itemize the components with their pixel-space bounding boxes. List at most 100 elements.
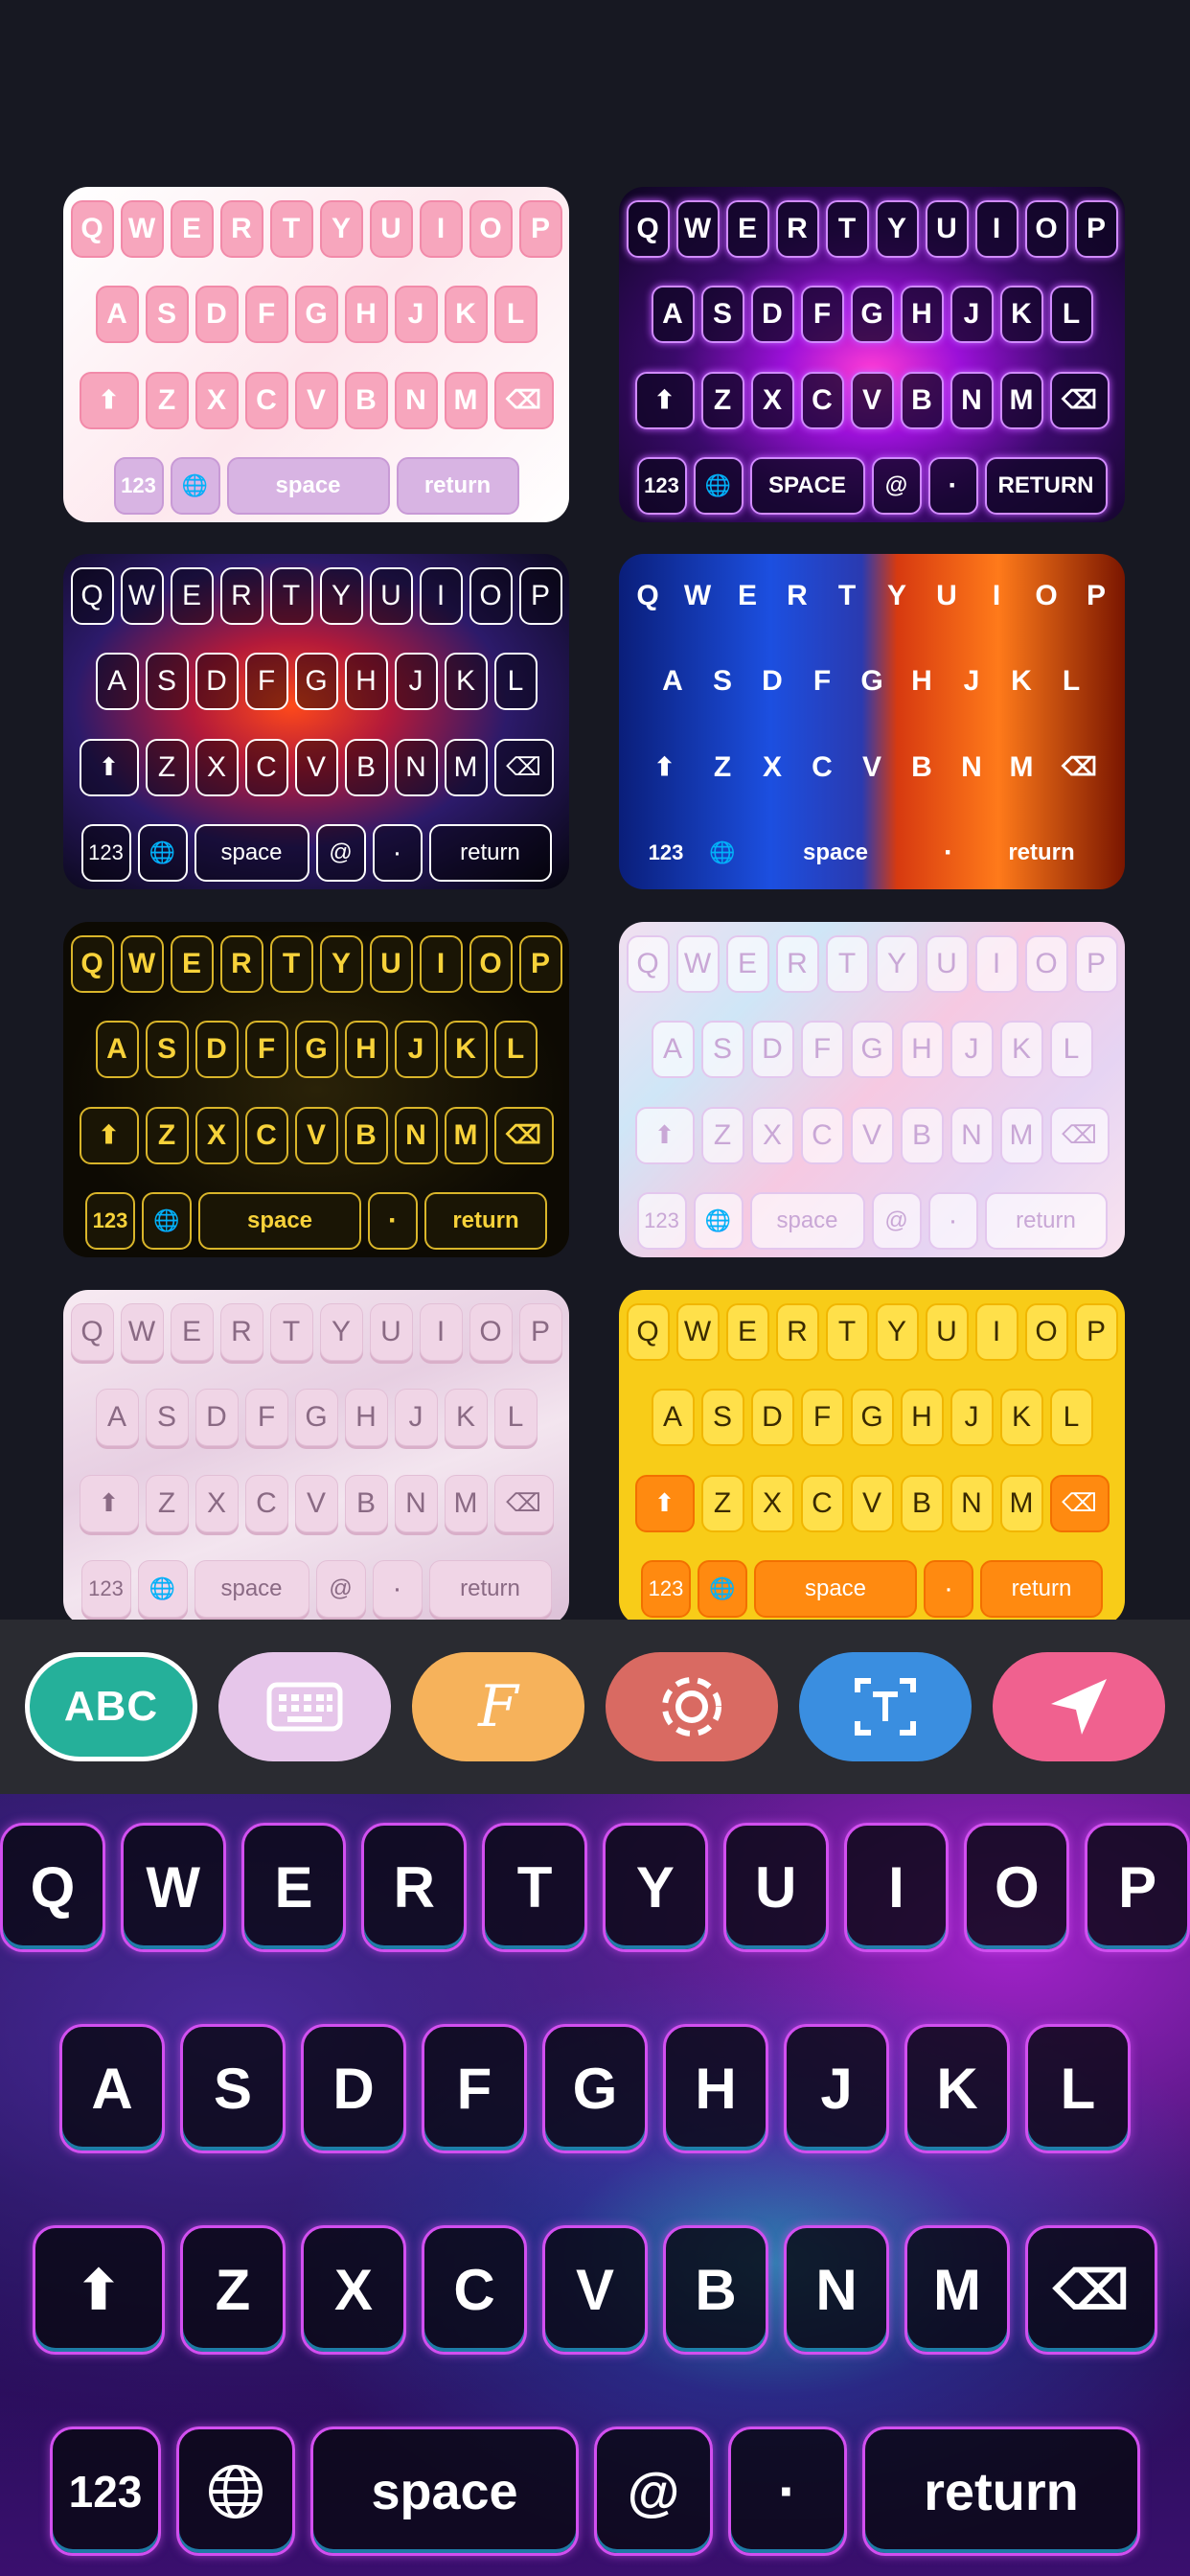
globe-key[interactable] bbox=[176, 2426, 295, 2556]
preview-key: L bbox=[1049, 1389, 1093, 1447]
key[interactable]: T bbox=[482, 1823, 587, 1952]
theme-card-4[interactable]: QWERTYU I OP ASDFGHJKL ZXCVBNM 123 space · retur… bbox=[619, 554, 1125, 889]
globe-icon bbox=[698, 824, 747, 882]
key[interactable]: C bbox=[422, 2225, 527, 2355]
preview-key: I bbox=[419, 1303, 463, 1361]
preview-row-2: ASDFGHJKL bbox=[71, 1021, 561, 1079]
key[interactable]: I bbox=[843, 1823, 950, 1952]
theme-card-3[interactable]: QWERTYUIOP ASDFGHJKL ZXCVBNM 123 space@·retu… bbox=[63, 554, 569, 889]
key[interactable]: G bbox=[542, 2024, 648, 2153]
dot-key[interactable]: · bbox=[728, 2426, 847, 2556]
preview-key: W bbox=[120, 200, 164, 258]
theme-card-7[interactable]: QWERTYUIOP ASDFGHJKL ZXCVBNM 123 space@·retu… bbox=[63, 1290, 569, 1620]
preview-key: T bbox=[825, 1303, 869, 1361]
delete-icon bbox=[1049, 1474, 1110, 1532]
preview-row-3: ZXCVBNM bbox=[71, 1474, 561, 1532]
preview-key: Q bbox=[626, 935, 670, 993]
key[interactable]: Q bbox=[0, 1823, 105, 1952]
effect-icon bbox=[662, 1677, 721, 1736]
theme-card-8[interactable]: QWERTYUIOP ASDFGHJKL ZXCVBNM 123 space·retur… bbox=[619, 1290, 1125, 1620]
key[interactable]: H bbox=[663, 2024, 768, 2153]
preview-row-1: QWERTYUIOP bbox=[626, 935, 1118, 993]
key[interactable]: O bbox=[964, 1823, 1070, 1952]
font-button[interactable]: F bbox=[412, 1652, 584, 1761]
preview-key: H bbox=[344, 1021, 388, 1079]
preview-key: J bbox=[394, 1021, 438, 1079]
key[interactable]: V bbox=[542, 2225, 648, 2355]
text-button[interactable] bbox=[799, 1652, 972, 1761]
preview-key: I bbox=[992, 580, 1001, 611]
effect-button[interactable] bbox=[606, 1652, 778, 1761]
numbers-key[interactable]: 123 bbox=[50, 2426, 161, 2556]
preview-key: Y bbox=[875, 200, 919, 258]
key[interactable]: S bbox=[180, 2024, 286, 2153]
key[interactable]: Z bbox=[180, 2225, 286, 2355]
preview-key: R bbox=[219, 200, 263, 258]
key[interactable]: U bbox=[722, 1823, 829, 1952]
key[interactable]: J bbox=[784, 2024, 889, 2153]
theme-card-5[interactable]: QWERTYUIOP ASDFGHJKL ZXCVBNM 123 space·retur… bbox=[63, 922, 569, 1257]
preview-space-key: space bbox=[194, 1559, 309, 1618]
theme-card-1[interactable]: QWERTYUIOP ASDFGHJKL ZXCVBNM 123 spacereturn bbox=[63, 187, 569, 522]
shift-key[interactable]: ⬆ bbox=[33, 2225, 165, 2355]
space-key[interactable]: space bbox=[310, 2426, 579, 2556]
preview-dot-key: · bbox=[372, 1559, 423, 1618]
preview-key: S bbox=[145, 1389, 189, 1447]
preview-key: G bbox=[294, 653, 338, 711]
theme-card-2[interactable]: QWERTYUIOPASDFGHJKLZXCVBNM123SPACE@·RETU… bbox=[619, 187, 1125, 522]
return-key[interactable]: return bbox=[862, 2426, 1140, 2556]
preview-key: X bbox=[195, 1106, 239, 1164]
preview-key: V bbox=[850, 1106, 894, 1164]
key[interactable]: N bbox=[784, 2225, 889, 2355]
at-key[interactable]: @ bbox=[594, 2426, 713, 2556]
preview-row-1: QWERTYUIOP bbox=[626, 200, 1118, 258]
preview-key: P bbox=[1074, 1303, 1118, 1361]
keyboard-icon bbox=[266, 1682, 343, 1732]
preview-key: B bbox=[344, 371, 388, 429]
abc-button[interactable]: ABC bbox=[25, 1652, 197, 1761]
preview-key: X bbox=[762, 750, 782, 783]
preview-key: T bbox=[269, 1303, 313, 1361]
key[interactable]: W bbox=[120, 1823, 226, 1952]
preview-key: P bbox=[1086, 580, 1106, 611]
preview-space-key: space bbox=[749, 1191, 865, 1250]
preview-key: A bbox=[651, 286, 695, 344]
send-button[interactable] bbox=[993, 1652, 1165, 1761]
key[interactable]: R bbox=[361, 1823, 468, 1952]
key[interactable]: Y bbox=[603, 1823, 708, 1952]
theme-card-6[interactable]: QWERTYUIOP ASDFGHJKL ZXCVBNM 123 space@·retu… bbox=[619, 922, 1125, 1257]
key[interactable]: E bbox=[240, 1823, 347, 1952]
key[interactable]: X bbox=[301, 2225, 406, 2355]
preview-row-4: 123space·return bbox=[627, 1559, 1117, 1618]
delete-key[interactable]: ⌫ bbox=[1025, 2225, 1157, 2355]
preview-key: X bbox=[195, 371, 239, 429]
preview-key: E bbox=[725, 1303, 769, 1361]
preview-key: U bbox=[369, 1303, 413, 1361]
preview-at-key: @ bbox=[871, 1191, 922, 1250]
key[interactable]: B bbox=[663, 2225, 768, 2355]
preview-key: I bbox=[974, 200, 1018, 258]
key[interactable]: P bbox=[1085, 1823, 1190, 1952]
preview-numbers-key: 123 bbox=[636, 1191, 687, 1250]
key[interactable]: L bbox=[1025, 2024, 1131, 2153]
preview-key: C bbox=[800, 1474, 844, 1532]
preview-key: P bbox=[518, 935, 562, 993]
key[interactable]: A bbox=[59, 2024, 165, 2153]
preview-key: D bbox=[195, 286, 239, 344]
preview-row-1: QWERTYUIOP bbox=[627, 567, 1117, 625]
preview-row-3: ZXCVBNM bbox=[627, 1474, 1117, 1532]
preview-row-4: 123space·return bbox=[627, 824, 1117, 882]
preview-space-key: space bbox=[226, 456, 390, 515]
preview-key: P bbox=[1074, 200, 1118, 258]
globe-icon bbox=[170, 456, 220, 515]
keyboard-theme-button[interactable] bbox=[218, 1652, 391, 1761]
preview-key: A bbox=[95, 1389, 139, 1447]
key[interactable]: M bbox=[904, 2225, 1010, 2355]
key[interactable]: F bbox=[422, 2024, 527, 2153]
preview-key: Q bbox=[626, 200, 670, 258]
preview-key: V bbox=[294, 1106, 338, 1164]
key[interactable]: D bbox=[301, 2024, 406, 2153]
preview-key: I bbox=[974, 1303, 1018, 1361]
key[interactable]: K bbox=[904, 2024, 1010, 2153]
preview-key: N bbox=[950, 371, 994, 429]
